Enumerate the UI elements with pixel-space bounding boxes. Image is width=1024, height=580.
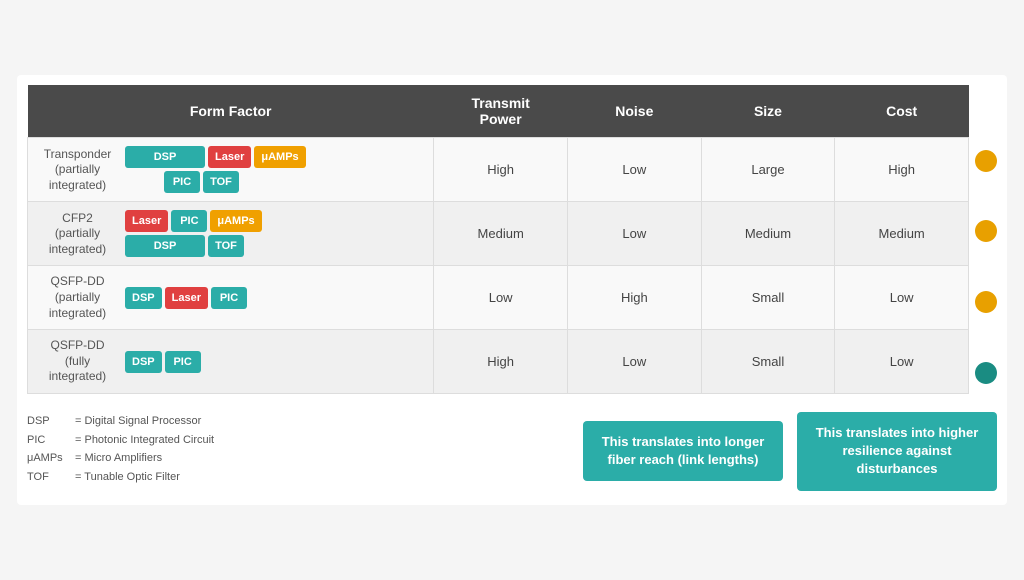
chip-pic-1: PIC xyxy=(171,210,207,232)
legend-row-3: TOF= Tunable Optic Filter xyxy=(27,468,247,487)
header-noise: Noise xyxy=(567,85,701,138)
legend-key-1: PIC xyxy=(27,431,71,450)
chip-uamps-1: μAMPs xyxy=(210,210,261,232)
noise-cell-0: Low xyxy=(567,138,701,202)
form-factor-cell-0: Transponder (partially integrated) DSPLas… xyxy=(28,138,434,202)
row-dot-0 xyxy=(975,150,997,172)
chip-dsp-1: DSP xyxy=(125,235,205,257)
transmit-cell-1: Medium xyxy=(434,202,568,266)
header-size: Size xyxy=(701,85,835,138)
cost-cell-0: High xyxy=(835,138,969,202)
header-transmit: TransmitPower xyxy=(434,85,568,138)
callout-fiber: This translates into longer fiber reach … xyxy=(583,421,783,481)
dot-sidebar xyxy=(969,85,997,408)
noise-cell-1: Low xyxy=(567,202,701,266)
chip-laser-0: Laser xyxy=(208,146,251,168)
footer-section: DSP= Digital Signal ProcessorPIC= Photon… xyxy=(27,412,997,491)
transmit-cell-3: High xyxy=(434,330,568,394)
legend-value-3: = Tunable Optic Filter xyxy=(75,468,180,487)
form-factor-name-1: CFP2 (partially integrated) xyxy=(40,211,115,258)
legend-value-0: = Digital Signal Processor xyxy=(75,412,201,431)
form-factor-name-0: Transponder (partially integrated) xyxy=(40,147,115,194)
size-cell-1: Medium xyxy=(701,202,835,266)
form-factor-cell-2: QSFP-DD (partially integrated) DSPLaserPI… xyxy=(28,266,434,330)
legend-key-0: DSP xyxy=(27,412,71,431)
chip-dsp-2: DSP xyxy=(125,287,162,309)
form-factor-name-3: QSFP-DD (fully integrated) xyxy=(40,338,115,385)
noise-cell-2: High xyxy=(567,266,701,330)
row-dot-1 xyxy=(975,220,997,242)
chip-dsp-0: DSP xyxy=(125,146,205,168)
legend-row-0: DSP= Digital Signal Processor xyxy=(27,412,247,431)
callout-resilience: This translates into higher resilience a… xyxy=(797,412,997,491)
chip-uamps-0: μAMPs xyxy=(254,146,305,168)
chip-laser-2: Laser xyxy=(165,287,208,309)
chip-tof-1: TOF xyxy=(208,235,244,257)
callout-boxes: This translates into longer fiber reach … xyxy=(583,412,997,491)
legend-key-3: TOF xyxy=(27,468,71,487)
main-container: Form Factor TransmitPower Noise Size Cos… xyxy=(17,75,1007,504)
form-factor-cell-3: QSFP-DD (fully integrated) DSPPIC xyxy=(28,330,434,394)
legend-row-1: PIC= Photonic Integrated Circuit xyxy=(27,431,247,450)
legend-key-2: μAMPs xyxy=(27,449,71,468)
chip-dsp-3: DSP xyxy=(125,351,162,373)
legend-row-2: μAMPs= Micro Amplifiers xyxy=(27,449,247,468)
chip-pic-2: PIC xyxy=(211,287,247,309)
table-section: Form Factor TransmitPower Noise Size Cos… xyxy=(27,85,997,408)
row-dot-2 xyxy=(975,291,997,313)
header-form-factor: Form Factor xyxy=(28,85,434,138)
size-cell-3: Small xyxy=(701,330,835,394)
cost-cell-3: Low xyxy=(835,330,969,394)
form-factor-cell-1: CFP2 (partially integrated) LaserPICμAMPs… xyxy=(28,202,434,266)
row-dot-3 xyxy=(975,362,997,384)
cost-cell-1: Medium xyxy=(835,202,969,266)
comparison-table: Form Factor TransmitPower Noise Size Cos… xyxy=(27,85,969,394)
legend-value-1: = Photonic Integrated Circuit xyxy=(75,431,214,450)
noise-cell-3: Low xyxy=(567,330,701,394)
form-factor-name-2: QSFP-DD (partially integrated) xyxy=(40,274,115,321)
chip-tof-0: TOF xyxy=(203,171,239,193)
cost-cell-2: Low xyxy=(835,266,969,330)
header-cost: Cost xyxy=(835,85,969,138)
chip-pic-3: PIC xyxy=(165,351,201,373)
legend-value-2: = Micro Amplifiers xyxy=(75,449,162,468)
transmit-cell-2: Low xyxy=(434,266,568,330)
size-cell-0: Large xyxy=(701,138,835,202)
transmit-cell-0: High xyxy=(434,138,568,202)
chip-pic-0: PIC xyxy=(164,171,200,193)
chip-laser-1: Laser xyxy=(125,210,168,232)
size-cell-2: Small xyxy=(701,266,835,330)
legend: DSP= Digital Signal ProcessorPIC= Photon… xyxy=(27,412,247,487)
